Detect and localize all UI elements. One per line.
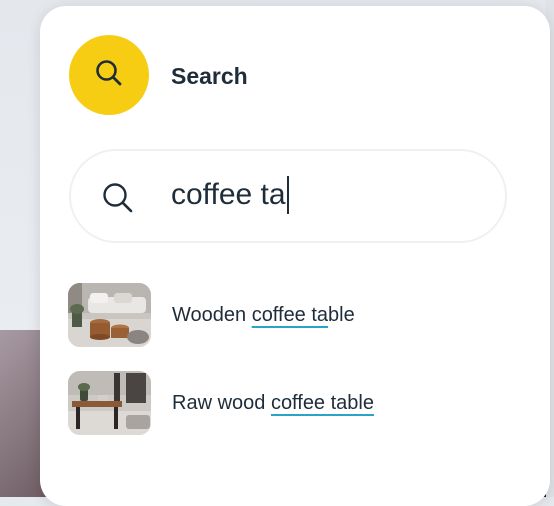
suggestion-item[interactable]: Raw wood coffee table — [68, 369, 498, 437]
suggestion-item[interactable]: Wooden coffee table — [68, 281, 498, 349]
suggestion-match: coffee table — [270, 391, 374, 414]
suggestion-match: coffee ta — [251, 303, 329, 326]
search-icon — [100, 180, 136, 221]
suggestion-label: Raw wood coffee table — [172, 392, 374, 415]
search-input[interactable]: coffee ta — [69, 149, 507, 243]
search-input-value[interactable]: coffee ta — [171, 175, 289, 215]
search-panel: Search coffee ta Wooden coffee table Raw… — [40, 6, 550, 506]
text-caret — [286, 176, 289, 214]
raw-wood-table-thumbnail — [68, 371, 151, 435]
suggestion-suffix: ble — [328, 303, 355, 326]
search-query-text: coffee ta — [171, 178, 286, 211]
panel-title: Search — [171, 63, 248, 89]
suggestion-label: Wooden coffee table — [172, 304, 355, 327]
living-room-thumbnail — [68, 283, 151, 347]
search-icon — [94, 58, 124, 93]
suggestion-prefix: Raw wood — [172, 391, 271, 414]
suggestion-prefix: Wooden — [172, 303, 252, 326]
search-badge — [69, 35, 149, 115]
